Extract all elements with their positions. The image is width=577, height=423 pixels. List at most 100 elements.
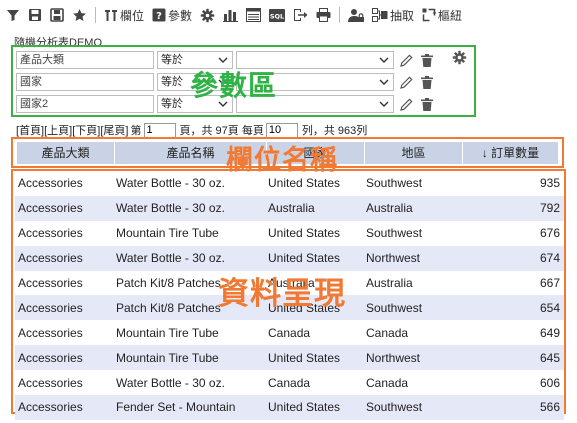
table-row[interactable]: Accessories Fender Set - Mountain United S… xyxy=(15,395,564,420)
help-params-icon: ? xyxy=(152,8,166,22)
chevron-down-icon xyxy=(218,57,228,63)
table-row[interactable]: Accessories Mountain Tire Tube United Stat… xyxy=(15,345,564,371)
table-cell: Water Bottle - 30 oz. xyxy=(116,375,225,390)
prev-page-link[interactable]: [上頁] xyxy=(44,122,72,138)
table-cell: Accessories xyxy=(18,350,83,365)
user-lock-icon xyxy=(348,8,365,22)
table-cell: Canada xyxy=(366,325,409,340)
table-row[interactable]: Accessories Mountain Tire Tube United Stat… xyxy=(15,220,564,246)
table-row[interactable]: Accessories Mountain Tire Tube Canada Canad… xyxy=(15,320,564,346)
params-label: 參數 xyxy=(168,8,193,23)
table-cell: Southwest xyxy=(366,226,423,241)
chart-button[interactable] xyxy=(223,4,239,26)
table-cell: Australia xyxy=(366,201,413,216)
column-header-region[interactable]: 地區 xyxy=(365,142,463,164)
table-cell: United States xyxy=(268,350,341,365)
print-button[interactable] xyxy=(316,4,331,26)
param-operator-value: 等於 xyxy=(161,98,183,110)
table-cell: Water Bottle - 30 oz. xyxy=(116,201,225,216)
extract-button[interactable]: 抽取 xyxy=(372,4,414,26)
params-button[interactable]: ? 參數 xyxy=(152,4,192,26)
row-total-text: 列，共 963列 xyxy=(301,125,368,137)
svg-text:?: ? xyxy=(156,11,162,22)
pencil-icon[interactable] xyxy=(400,97,413,111)
bar-chart-icon xyxy=(223,10,239,22)
table-cell: Water Bottle - 30 oz. xyxy=(116,251,225,266)
layout-button[interactable] xyxy=(246,4,262,26)
table-cell: Accessories xyxy=(18,176,83,191)
export-button[interactable] xyxy=(293,4,308,26)
param-name-field[interactable]: 產品大類 xyxy=(16,51,154,69)
table-cell: 654 xyxy=(539,300,560,315)
table-row[interactable]: Accessories Water Bottle - 30 oz. Canada Ca… xyxy=(15,370,564,396)
columns-icon xyxy=(105,10,117,21)
param-operator-value: 等於 xyxy=(161,54,183,66)
table-row[interactable]: Accessories Water Bottle - 30 oz. United S… xyxy=(15,245,564,271)
chevron-down-icon xyxy=(379,101,389,107)
next-page-link[interactable]: [下頁] xyxy=(72,122,100,138)
table-cell: Northwest xyxy=(366,350,421,365)
gear-icon[interactable] xyxy=(452,50,467,65)
table-cell: Canada xyxy=(268,375,311,390)
pivot-button[interactable]: 樞紐 xyxy=(422,4,462,26)
pencil-icon[interactable] xyxy=(400,53,413,67)
save-as-icon xyxy=(50,8,64,22)
page-number-input[interactable] xyxy=(143,122,176,138)
filter-button[interactable] xyxy=(6,4,20,26)
param-name-field[interactable]: 國家 xyxy=(16,73,154,91)
table-cell: Accessories xyxy=(18,226,83,241)
last-page-link[interactable]: [尾頁] xyxy=(100,122,128,138)
permissions-button[interactable] xyxy=(348,4,365,26)
layout-icon xyxy=(246,8,262,22)
extract-label: 抽取 xyxy=(390,8,415,23)
rows-per-page-input[interactable] xyxy=(265,122,298,138)
pencil-icon[interactable] xyxy=(400,75,413,89)
table-cell: Accessories xyxy=(18,201,83,216)
table-cell: United States xyxy=(268,251,341,266)
trash-icon[interactable] xyxy=(421,97,433,111)
table-cell: Fender Set - Mountain xyxy=(116,400,236,415)
table-cell: Mountain Tire Tube xyxy=(116,226,219,241)
favorite-button[interactable] xyxy=(72,4,87,26)
pagination: [首頁] [上頁] [下頁] [尾頁] 第 頁，共 97頁 每頁 列，共 963… xyxy=(16,122,367,138)
table-cell: United States xyxy=(268,176,341,191)
chevron-down-icon xyxy=(379,57,389,63)
save-button[interactable] xyxy=(28,4,42,26)
columns-label: 欄位 xyxy=(120,8,145,23)
trash-icon[interactable] xyxy=(421,75,433,89)
column-header-order-qty-label: 訂單數量 xyxy=(491,146,540,160)
params-callout: 參數區 xyxy=(190,69,278,102)
column-header-category[interactable]: 產品大類 xyxy=(17,142,115,164)
table-cell: Mountain Tire Tube xyxy=(116,350,219,365)
settings-button[interactable] xyxy=(200,4,215,26)
sql-button[interactable]: SQL xyxy=(269,4,286,26)
filter-icon xyxy=(7,10,19,21)
table-cell: Southwest xyxy=(366,176,423,191)
param-name-field[interactable]: 國家2 xyxy=(16,95,154,113)
page-total-text: 頁，共 97頁 每頁 xyxy=(179,125,264,137)
table-cell: Southwest xyxy=(366,300,423,315)
settings-icon xyxy=(200,8,215,22)
page-prefix: 第 xyxy=(130,125,142,137)
chevron-down-icon xyxy=(379,79,389,85)
columns-button[interactable]: 欄位 xyxy=(104,4,144,26)
table-cell: 667 xyxy=(539,276,560,290)
table-cell: 935 xyxy=(539,176,560,191)
table-cell: Northwest xyxy=(366,251,421,266)
save-as-button[interactable] xyxy=(50,4,64,26)
param-operator-value: 等於 xyxy=(161,76,183,88)
table-cell: 606 xyxy=(539,375,560,390)
toolbar-divider xyxy=(95,7,96,23)
trash-icon[interactable] xyxy=(421,53,433,67)
save-icon xyxy=(29,9,41,21)
table-row[interactable]: Accessories Water Bottle - 30 oz. Australi… xyxy=(15,195,564,221)
table-cell: Southwest xyxy=(366,400,423,415)
column-header-order-qty[interactable]: ↓ 訂單數量 xyxy=(463,142,558,164)
table-cell: Australia xyxy=(366,276,413,290)
table-cell: Australia xyxy=(268,201,315,216)
header-callout: 欄位名稱 xyxy=(226,145,338,176)
svg-text:SQL: SQL xyxy=(270,12,284,20)
first-page-link[interactable]: [首頁] xyxy=(16,122,44,138)
table-cell: 792 xyxy=(539,201,560,216)
table-cell: Accessories xyxy=(18,300,83,315)
